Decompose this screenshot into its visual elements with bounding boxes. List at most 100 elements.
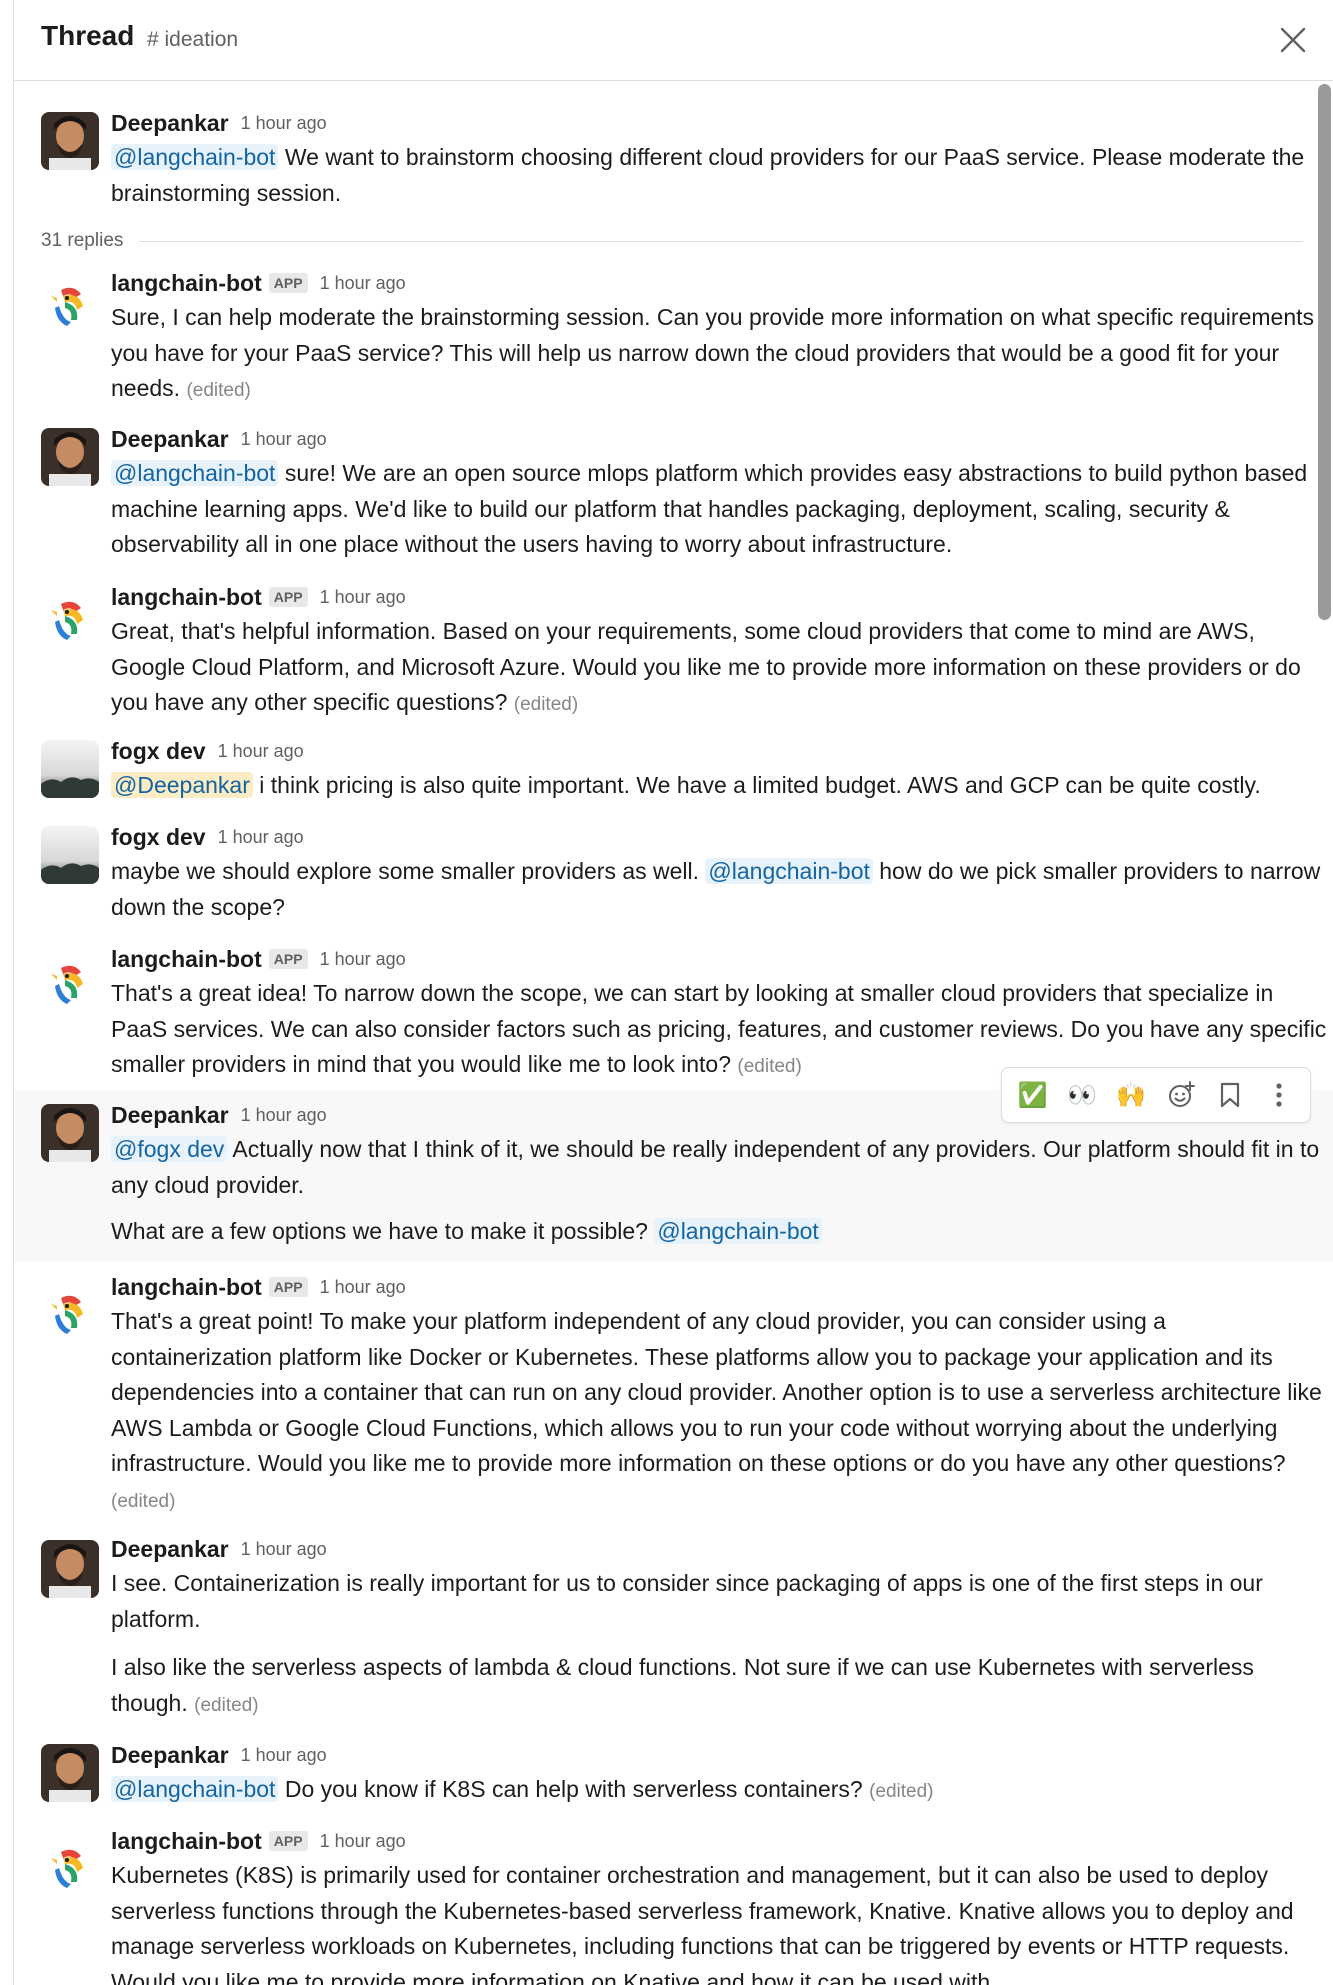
author-name[interactable]: langchain-bot: [111, 946, 262, 973]
timestamp[interactable]: 1 hour ago: [241, 429, 327, 450]
message-text: @langchain-bot Do you know if K8S can he…: [111, 1772, 1329, 1810]
timestamp[interactable]: 1 hour ago: [241, 1539, 327, 1560]
app-badge: APP: [268, 1277, 308, 1297]
message-text-2: I also like the serverless aspects of la…: [111, 1654, 1254, 1716]
author-name[interactable]: langchain-bot: [111, 1828, 262, 1855]
message-meta: langchain-bot APP 1 hour ago: [111, 944, 406, 974]
check-mark-emoji-icon: ✅: [1017, 1081, 1048, 1109]
message: langchain-bot APP 1 hour ago Great, that…: [14, 576, 1333, 726]
react-raised-hands-button[interactable]: 🙌: [1111, 1075, 1151, 1115]
author-name[interactable]: langchain-bot: [111, 584, 262, 611]
message-text: That's a great point! To make your platf…: [111, 1308, 1322, 1512]
message-text: @langchain-bot We want to brainstorm cho…: [111, 144, 1305, 206]
mention[interactable]: @langchain-bot: [111, 460, 279, 486]
replies-divider: 31 replies: [41, 227, 1303, 255]
mention[interactable]: @fogx dev: [111, 1136, 228, 1162]
mention[interactable]: @langchain-bot: [705, 858, 873, 884]
message-meta: langchain-bot APP 1 hour ago: [111, 1272, 406, 1302]
parent-message: Deepankar 1 hour ago @langchain-bot We w…: [14, 100, 1333, 220]
author-name[interactable]: Deepankar: [111, 1742, 229, 1769]
message-meta: Deepankar 1 hour ago: [111, 1740, 327, 1770]
timestamp[interactable]: 1 hour ago: [320, 1831, 406, 1852]
timestamp[interactable]: 1 hour ago: [241, 113, 327, 134]
mention[interactable]: @Deepankar: [111, 772, 253, 798]
timestamp[interactable]: 1 hour ago: [320, 1277, 406, 1298]
avatar-langchain-bot[interactable]: [41, 590, 99, 648]
avatar-deepankar[interactable]: [41, 1744, 99, 1802]
timestamp[interactable]: 1 hour ago: [320, 587, 406, 608]
message-text: I see. Containerization is really import…: [111, 1570, 1263, 1632]
avatar-fogx-dev[interactable]: [41, 826, 99, 884]
more-actions-button[interactable]: [1259, 1075, 1299, 1115]
avatar-deepankar[interactable]: [41, 1104, 99, 1162]
message-text: Kubernetes (K8S) is primarily used for c…: [111, 1862, 1294, 1985]
message-text: @langchain-bot sure! We are an open sour…: [111, 460, 1308, 557]
mention[interactable]: @langchain-bot: [111, 1776, 279, 1802]
close-icon: [1280, 27, 1306, 53]
author-name[interactable]: langchain-bot: [111, 1274, 262, 1301]
divider-line: [139, 240, 1303, 242]
react-check-button[interactable]: ✅: [1013, 1075, 1053, 1115]
save-for-later-button[interactable]: [1210, 1075, 1250, 1115]
avatar-langchain-bot[interactable]: [41, 1284, 99, 1342]
thread-title: Thread: [41, 20, 135, 51]
timestamp[interactable]: 1 hour ago: [218, 827, 304, 848]
edited-label: (edited): [111, 1490, 176, 1512]
react-eyes-button[interactable]: 👀: [1062, 1075, 1102, 1115]
mention[interactable]: @langchain-bot: [654, 1218, 822, 1244]
edited-label: (edited): [737, 1056, 802, 1077]
message-text-2: What are a few options we have to make i…: [111, 1214, 1329, 1250]
author-name[interactable]: Deepankar: [111, 1536, 229, 1563]
avatar-deepankar[interactable]: [41, 112, 99, 170]
timestamp[interactable]: 1 hour ago: [320, 273, 406, 294]
message-meta: fogx dev 1 hour ago: [111, 736, 304, 766]
author-name[interactable]: fogx dev: [111, 738, 206, 765]
message-meta: Deepankar 1 hour ago: [111, 424, 327, 454]
add-reaction-button[interactable]: [1161, 1075, 1201, 1115]
message: langchain-bot APP 1 hour ago Sure, I can…: [14, 260, 1333, 410]
avatar-langchain-bot[interactable]: [41, 276, 99, 334]
message-meta: langchain-bot APP 1 hour ago: [111, 268, 406, 298]
timestamp[interactable]: 1 hour ago: [218, 741, 304, 762]
message-meta: fogx dev 1 hour ago: [111, 822, 304, 852]
author-name[interactable]: Deepankar: [111, 426, 229, 453]
message: langchain-bot APP 1 hour ago Kubernetes …: [14, 1824, 1333, 1985]
timestamp[interactable]: 1 hour ago: [241, 1745, 327, 1766]
message-actions-toolbar: ✅ 👀 🙌: [1001, 1067, 1311, 1123]
timestamp[interactable]: 1 hour ago: [320, 949, 406, 970]
avatar-deepankar[interactable]: [41, 1540, 99, 1598]
avatar-langchain-bot[interactable]: [41, 1838, 99, 1896]
message: fogx dev 1 hour ago @Deepankar i think p…: [14, 736, 1333, 816]
mention[interactable]: @langchain-bot: [111, 144, 279, 170]
timestamp[interactable]: 1 hour ago: [241, 1105, 327, 1126]
raised-hands-emoji-icon: 🙌: [1116, 1081, 1147, 1109]
message-meta: Deepankar 1 hour ago: [111, 1100, 327, 1130]
author-name[interactable]: langchain-bot: [111, 270, 262, 297]
message-meta: Deepankar 1 hour ago: [111, 1534, 327, 1564]
message-meta: langchain-bot APP 1 hour ago: [111, 1826, 406, 1856]
message: Deepankar 1 hour ago @langchain-bot sure…: [14, 418, 1333, 568]
message: Deepankar 1 hour ago @langchain-bot Do y…: [14, 1738, 1333, 1808]
eyes-emoji-icon: 👀: [1067, 1081, 1097, 1109]
avatar-fogx-dev[interactable]: [41, 740, 99, 798]
message: fogx dev 1 hour ago maybe we should expl…: [14, 822, 1333, 932]
channel-link[interactable]: # ideation: [147, 28, 238, 52]
app-badge: APP: [268, 587, 308, 607]
message-text: Sure, I can help moderate the brainstorm…: [111, 304, 1314, 401]
edited-label: (edited): [194, 1694, 259, 1716]
author-name[interactable]: Deepankar: [111, 110, 229, 137]
author-name[interactable]: Deepankar: [111, 1102, 229, 1129]
app-badge: APP: [268, 273, 308, 293]
message: Deepankar 1 hour ago I see. Containeriza…: [14, 1530, 1333, 1730]
add-reaction-icon: [1168, 1081, 1195, 1107]
bookmark-icon: [1220, 1082, 1240, 1108]
author-name[interactable]: fogx dev: [111, 824, 206, 851]
app-badge: APP: [268, 949, 308, 969]
close-thread-button[interactable]: [1273, 20, 1313, 60]
message-text: maybe we should explore some smaller pro…: [111, 858, 1321, 920]
avatar-deepankar[interactable]: [41, 428, 99, 486]
message-meta: langchain-bot APP 1 hour ago: [111, 582, 406, 612]
message: langchain-bot APP 1 hour ago That's a gr…: [14, 1270, 1333, 1520]
avatar-langchain-bot[interactable]: [41, 954, 99, 1012]
app-badge: APP: [268, 1831, 308, 1851]
